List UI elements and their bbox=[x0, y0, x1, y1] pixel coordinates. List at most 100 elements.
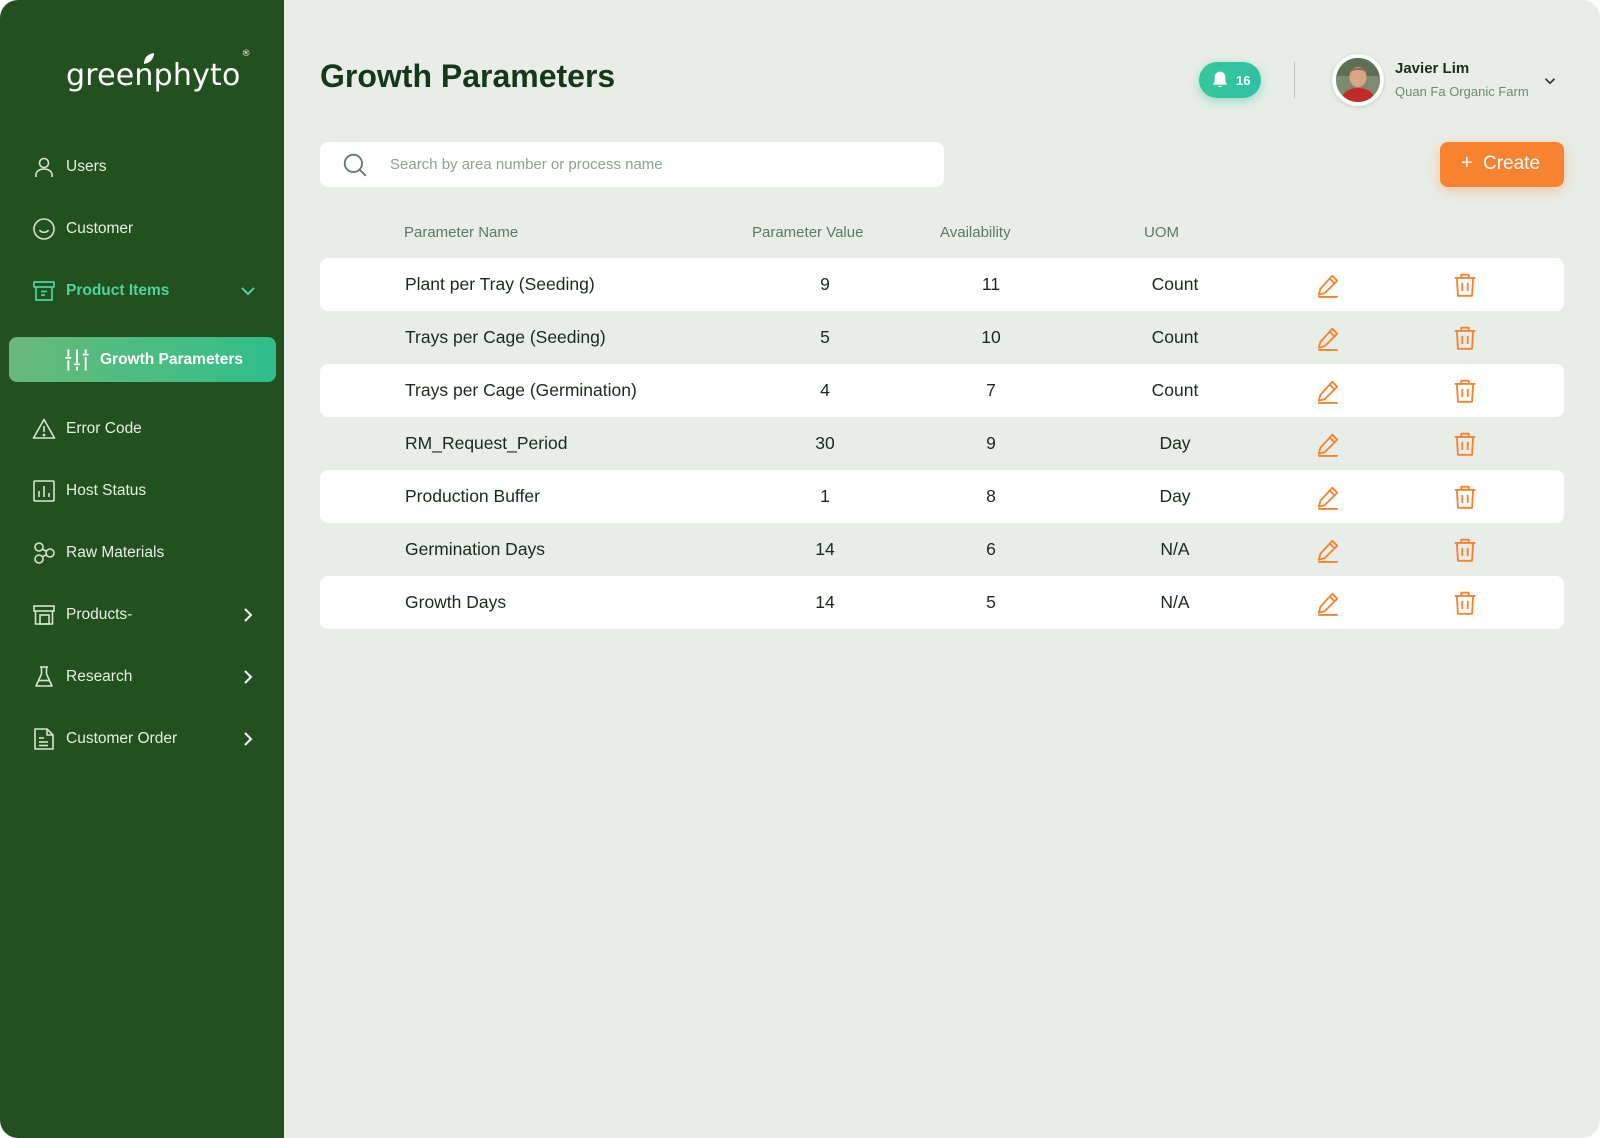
chevron-down-icon[interactable] bbox=[1541, 72, 1559, 90]
bar-chart-icon bbox=[33, 480, 55, 502]
trash-icon[interactable] bbox=[1452, 325, 1478, 351]
sidebar-item-customer-order[interactable]: Customer Order bbox=[0, 715, 284, 763]
edit-icon[interactable] bbox=[1315, 590, 1341, 616]
parameter-name: Trays per Cage (Germination) bbox=[405, 380, 637, 400]
sidebar-item-label: Host Status bbox=[66, 482, 147, 499]
sidebar-item-label: Customer Order bbox=[66, 730, 178, 747]
column-header-uom: UOM bbox=[1144, 224, 1179, 241]
uom: N/A bbox=[1160, 592, 1190, 612]
notifications-button[interactable]: 16 bbox=[1199, 62, 1261, 98]
edit-icon[interactable] bbox=[1315, 378, 1341, 404]
trash-icon[interactable] bbox=[1452, 272, 1478, 298]
parameter-name: Trays per Cage (Seeding) bbox=[405, 327, 606, 347]
sidebar-item-raw-materials[interactable]: Raw Materials bbox=[0, 529, 284, 577]
create-button[interactable]: + Create bbox=[1440, 142, 1564, 187]
trash-icon[interactable] bbox=[1452, 431, 1478, 457]
flask-icon bbox=[35, 666, 53, 687]
search-bar bbox=[320, 142, 944, 187]
user-name: Javier Lim bbox=[1395, 60, 1470, 77]
table-row: RM_Request_Period 30 9 Day bbox=[320, 417, 1564, 470]
boxes-icon bbox=[33, 605, 55, 625]
sidebar-item-label: Products- bbox=[66, 606, 133, 623]
table-row: Trays per Cage (Seeding) 5 10 Count bbox=[320, 311, 1564, 364]
table-row: Plant per Tray (Seeding) 9 11 Count bbox=[320, 258, 1564, 311]
sidebar-item-research[interactable]: Research bbox=[0, 653, 284, 701]
archive-box-icon bbox=[33, 281, 55, 301]
parameter-name: Production Buffer bbox=[405, 486, 540, 506]
chevron-right-icon bbox=[244, 670, 253, 684]
plus-icon: + bbox=[1461, 152, 1473, 174]
sidebar-item-label: Growth Parameters bbox=[100, 351, 243, 368]
availability: 8 bbox=[986, 486, 996, 506]
availability: 11 bbox=[981, 274, 1001, 294]
sidebar-item-label: Error Code bbox=[66, 420, 142, 437]
trash-icon[interactable] bbox=[1452, 378, 1478, 404]
uom: Count bbox=[1151, 274, 1199, 294]
leaf-icon bbox=[144, 53, 154, 64]
sidebar-item-label: Users bbox=[66, 158, 107, 175]
parameter-value: 9 bbox=[820, 274, 830, 294]
user-icon bbox=[35, 157, 53, 177]
sidebar-item-products[interactable]: Products- bbox=[0, 591, 284, 639]
notification-count: 16 bbox=[1236, 73, 1251, 88]
app-window: greenphyto® Users Customer Product Items… bbox=[0, 0, 1600, 1138]
edit-icon[interactable] bbox=[1315, 484, 1341, 510]
edit-icon[interactable] bbox=[1315, 325, 1341, 351]
sidebar-item-product-items[interactable]: Product Items bbox=[0, 267, 284, 315]
registered-mark: ® bbox=[241, 49, 251, 59]
search-icon bbox=[343, 153, 367, 177]
avatar-photo bbox=[1336, 58, 1380, 102]
sidebar-item-customer[interactable]: Customer bbox=[0, 205, 284, 253]
table-row: Production Buffer 1 8 Day bbox=[320, 470, 1564, 523]
brand-logo[interactable]: greenphyto® bbox=[66, 49, 251, 93]
edit-icon[interactable] bbox=[1315, 272, 1341, 298]
edit-icon[interactable] bbox=[1315, 537, 1341, 563]
table-row: Trays per Cage (Germination) 4 7 Count bbox=[320, 364, 1564, 417]
availability: 6 bbox=[986, 539, 996, 559]
sidebar-item-error-code[interactable]: Error Code bbox=[0, 405, 284, 453]
uom: Day bbox=[1159, 433, 1191, 453]
trash-icon[interactable] bbox=[1452, 537, 1478, 563]
availability: 10 bbox=[981, 327, 1001, 347]
sidebar-item-users[interactable]: Users bbox=[0, 143, 284, 191]
parameter-value: 14 bbox=[815, 592, 835, 612]
parameter-value: 30 bbox=[815, 433, 835, 453]
sidebar-item-label: Research bbox=[66, 668, 133, 685]
sidebar-item-label: Customer bbox=[66, 220, 134, 237]
parameter-name: Germination Days bbox=[405, 539, 546, 559]
sidebar-item-host-status[interactable]: Host Status bbox=[0, 467, 284, 515]
bell-icon bbox=[1212, 71, 1228, 88]
parameter-value: 5 bbox=[820, 327, 830, 347]
parameter-value: 1 bbox=[820, 486, 830, 506]
parameter-value: 14 bbox=[815, 539, 835, 559]
sidebar-item-label: Product Items bbox=[66, 282, 170, 299]
header-divider bbox=[1294, 62, 1295, 98]
avatar[interactable] bbox=[1332, 54, 1384, 106]
create-button-label: Create bbox=[1483, 153, 1541, 174]
search-input[interactable] bbox=[390, 142, 930, 187]
trash-icon[interactable] bbox=[1452, 484, 1478, 510]
availability: 9 bbox=[986, 433, 996, 453]
chevron-down-icon bbox=[241, 287, 255, 296]
sliders-icon bbox=[65, 349, 89, 371]
parameter-name: Growth Days bbox=[405, 592, 507, 612]
smile-icon bbox=[33, 218, 55, 240]
parameter-name: Plant per Tray (Seeding) bbox=[405, 274, 595, 294]
parameter-name: RM_Request_Period bbox=[405, 433, 568, 453]
uom: N/A bbox=[1160, 539, 1190, 559]
availability: 5 bbox=[986, 592, 996, 612]
trash-icon[interactable] bbox=[1452, 590, 1478, 616]
warning-icon bbox=[32, 418, 56, 439]
uom: Count bbox=[1151, 380, 1199, 400]
table-row: Germination Days 14 6 N/A bbox=[320, 523, 1564, 576]
chevron-right-icon bbox=[244, 608, 253, 622]
availability: 7 bbox=[986, 380, 996, 400]
parameter-value: 4 bbox=[820, 380, 830, 400]
document-icon bbox=[34, 728, 54, 750]
column-header-availability: Availability bbox=[940, 224, 1011, 241]
sidebar: greenphyto® Users Customer Product Items… bbox=[0, 0, 284, 1138]
edit-icon[interactable] bbox=[1315, 431, 1341, 457]
uom: Count bbox=[1151, 327, 1199, 347]
sidebar-item-label: Raw Materials bbox=[66, 544, 165, 561]
sidebar-item-growth-parameters[interactable]: Growth Parameters bbox=[9, 337, 276, 382]
